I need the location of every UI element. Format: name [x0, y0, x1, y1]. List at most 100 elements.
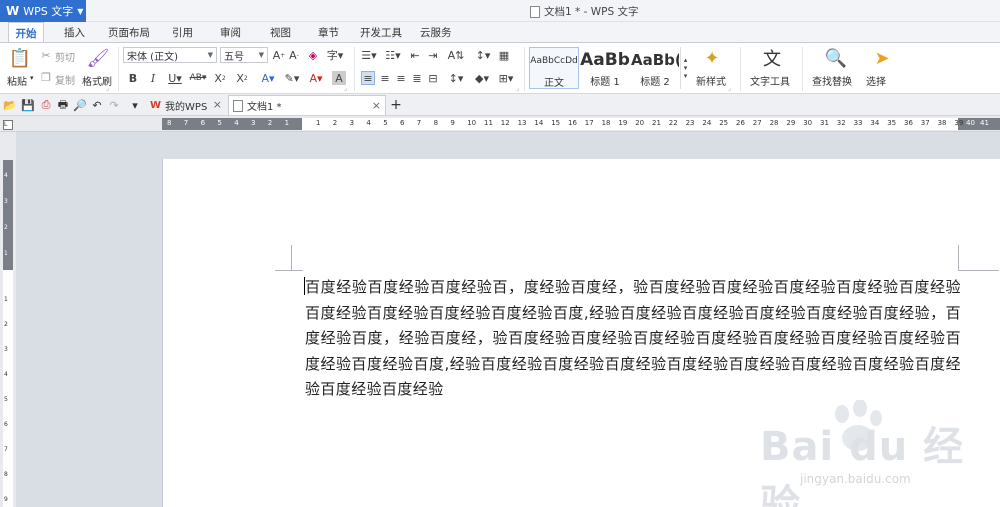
clear-format-icon[interactable]: ◈: [306, 48, 320, 62]
borders-icon[interactable]: ⊞▾: [496, 71, 516, 85]
style-heading-1[interactable]: AaBb 标题 1: [580, 47, 630, 89]
tab-my-wps[interactable]: W 我的WPS ×: [146, 95, 226, 115]
watermark-brand: Bai du 经验: [760, 424, 965, 507]
phonetic-guide-icon[interactable]: 字▾: [326, 48, 344, 62]
text-effect-icon[interactable]: A▾: [258, 71, 278, 85]
distribute-icon[interactable]: ⊟: [426, 71, 440, 85]
ruler-number: 3: [349, 119, 355, 127]
align-center-icon[interactable]: ≡: [378, 71, 392, 85]
tab-developer-tools[interactable]: 开发工具: [360, 25, 402, 40]
tab-home[interactable]: 开始: [8, 22, 44, 42]
paste-icon[interactable]: 📋: [8, 47, 32, 69]
open-folder-icon[interactable]: 📂: [3, 98, 17, 112]
font-size-select[interactable]: 五号 ▼: [220, 47, 268, 63]
app-name: WPS 文字: [23, 5, 74, 18]
margin-mark: [959, 270, 999, 271]
redo-icon[interactable]: ↷: [107, 98, 121, 112]
copy-icon[interactable]: ❐: [40, 71, 52, 84]
ruler-number: 5: [383, 119, 388, 127]
superscript-icon[interactable]: X2: [213, 71, 227, 85]
tab-insert[interactable]: 插入: [64, 25, 85, 40]
ruler-number: 8: [167, 119, 172, 127]
new-style-icon[interactable]: ✦: [700, 47, 724, 69]
text-tools-button[interactable]: 文字工具: [750, 73, 790, 88]
ruler-number: 7: [4, 446, 8, 453]
divider: [740, 47, 741, 91]
select-button[interactable]: 选择: [866, 73, 886, 88]
close-icon[interactable]: ×: [372, 99, 381, 112]
style-heading-2[interactable]: AaBb( 标题 2: [631, 47, 679, 89]
find-replace-icon[interactable]: 🔍: [824, 47, 848, 69]
save-icon[interactable]: 💾: [21, 98, 35, 112]
ruler-number: 37: [920, 119, 930, 127]
ruler-number: 8: [4, 471, 8, 478]
copy-button[interactable]: 复制: [55, 72, 75, 87]
new-style-button[interactable]: 新样式: [696, 73, 726, 88]
tab-page-layout[interactable]: 页面布局: [108, 25, 150, 40]
print-icon[interactable]: 🖶: [56, 98, 70, 112]
bullet-list-icon[interactable]: ☰▾: [360, 48, 378, 62]
table-icon[interactable]: ▦: [497, 48, 511, 62]
decrease-indent-icon[interactable]: ⇤: [408, 48, 422, 62]
cursor-select-icon[interactable]: ➤: [870, 47, 894, 69]
dialog-launcher-icon[interactable]: ⌟: [106, 85, 109, 92]
font-color-icon[interactable]: A▾: [306, 71, 326, 85]
highlight-icon[interactable]: ✎▾: [282, 71, 302, 85]
text-tools-icon[interactable]: 文: [760, 47, 784, 70]
ruler-number: 13: [517, 119, 527, 127]
ruler-number: 39: [954, 119, 964, 127]
export-pdf-icon[interactable]: ⎙: [39, 98, 53, 112]
shrink-font-icon[interactable]: A-: [287, 48, 301, 62]
justify-icon[interactable]: ≣: [410, 71, 424, 85]
tab-review[interactable]: 审阅: [220, 25, 241, 40]
new-tab-icon[interactable]: +: [389, 97, 403, 113]
ruler-number: 3: [4, 346, 8, 353]
numbered-list-icon[interactable]: ☷▾: [383, 48, 403, 62]
document-body[interactable]: 百度经验百度经验百度经验百，度经验百度经，验百度经验百度经验百度经验百度经验百度…: [305, 275, 961, 403]
tab-stop-selector[interactable]: L: [3, 120, 13, 130]
font-family-select[interactable]: 宋体 (正文) ▼: [123, 47, 217, 63]
scissors-icon[interactable]: ✂: [40, 49, 52, 62]
undo-icon[interactable]: ↶: [90, 98, 104, 112]
shading-icon[interactable]: ◆▾: [472, 71, 492, 85]
tab-references[interactable]: 引用: [172, 25, 193, 40]
text-direction-icon[interactable]: A⇅: [446, 48, 466, 62]
tab-view[interactable]: 视图: [270, 25, 291, 40]
align-right-icon[interactable]: ≡: [394, 71, 408, 85]
vertical-ruler[interactable]: 1 2 3 4 5 6 7 8 9 4 3 2 1: [3, 160, 13, 507]
app-menu-button[interactable]: W WPS 文字 ▼: [0, 0, 86, 22]
dialog-launcher-icon[interactable]: ⌟: [728, 85, 731, 92]
print-preview-icon[interactable]: 🔎: [73, 98, 87, 112]
ruler-number: 32: [836, 119, 846, 127]
dialog-launcher-icon[interactable]: ⌟: [344, 85, 347, 92]
close-icon[interactable]: ×: [213, 98, 222, 111]
strikethrough-icon[interactable]: AB▾: [188, 71, 208, 85]
character-shading-icon[interactable]: A: [332, 71, 346, 85]
underline-icon[interactable]: U▾: [165, 71, 185, 85]
tab-chapter[interactable]: 章节: [318, 25, 339, 40]
align-left-icon[interactable]: ≡: [361, 71, 375, 85]
style-normal[interactable]: AaBbCcDd 正文: [529, 47, 579, 89]
tab-cloud-service[interactable]: 云服务: [420, 25, 452, 40]
horizontal-ruler[interactable]: 1 2 3 4 5 6 7 8 9 10 11 12 13 14 15 16 17 18 19 20 21 22 23 24 2…: [162, 118, 1000, 130]
sort-icon[interactable]: ↕▾: [474, 48, 492, 62]
italic-icon[interactable]: I: [147, 71, 159, 85]
customize-toolbar-icon[interactable]: ▾: [128, 98, 142, 112]
tab-document-1[interactable]: 文档1 * ×: [228, 95, 386, 115]
ruler-number: 6: [200, 119, 206, 127]
ruler-number: 6: [400, 119, 405, 127]
cut-button[interactable]: 剪切: [55, 49, 75, 64]
subscript-icon[interactable]: X2: [235, 71, 249, 85]
increase-indent-icon[interactable]: ⇥: [426, 48, 440, 62]
grow-font-icon[interactable]: A +: [272, 48, 286, 62]
ruler-number: 12: [500, 119, 510, 127]
bold-icon[interactable]: B: [127, 71, 139, 85]
paste-button[interactable]: 粘贴: [7, 73, 27, 88]
styles-scroll[interactable]: ▴ ▾ ▾: [680, 47, 690, 89]
find-replace-button[interactable]: 查找替换: [812, 73, 852, 88]
margin-mark: [275, 270, 303, 271]
dialog-launcher-icon[interactable]: ⌟: [516, 85, 519, 92]
paste-dropdown-icon[interactable]: ▾: [30, 74, 34, 82]
brush-icon[interactable]: 🖌: [86, 47, 110, 69]
line-spacing-icon[interactable]: ↕▾: [446, 71, 466, 85]
